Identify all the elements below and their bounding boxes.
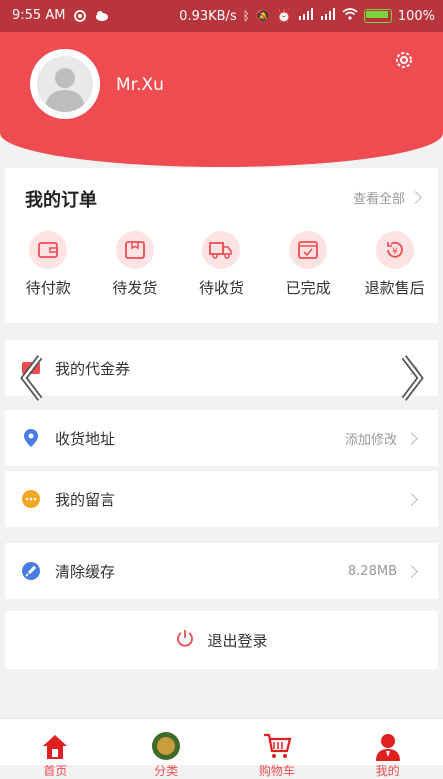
order-completed[interactable]: 已完成	[265, 231, 351, 298]
chevron-right-icon	[409, 191, 422, 204]
order-pending-shipment[interactable]: 待发货	[92, 231, 178, 298]
battery-percent: 100%	[397, 8, 435, 24]
battery-icon	[363, 9, 392, 23]
location-icon	[21, 428, 41, 448]
truck-icon	[202, 231, 241, 269]
orders-title: 我的订单	[25, 190, 97, 211]
username[interactable]: Mr.Xu	[116, 75, 164, 95]
clock: 9:55 AM	[12, 8, 66, 23]
order-refund[interactable]: ¥ 退款售后	[352, 231, 438, 298]
status-bar: 9:55 AM 0.93KB/s ᛒ 🔕 ⏰ 100%	[0, 0, 443, 32]
message-icon	[21, 489, 41, 509]
logout-button[interactable]: 退出登录	[5, 611, 438, 669]
cloud-icon	[95, 10, 109, 22]
order-pending-receipt[interactable]: 待收货	[178, 231, 264, 298]
messages-row[interactable]: 我的留言	[5, 471, 438, 527]
tab-bar: 首页 分类 购物车 我的	[0, 718, 443, 778]
mute-icon: 🔕	[255, 9, 271, 23]
bluetooth-icon: ᛒ	[242, 9, 250, 23]
gear-icon[interactable]	[393, 49, 415, 71]
view-all-orders-link[interactable]: 查看全部	[353, 188, 422, 207]
chevron-right-icon[interactable]	[396, 353, 426, 403]
home-icon	[40, 731, 70, 761]
address-row[interactable]: 收货地址 添加修改	[5, 410, 438, 466]
power-icon	[175, 628, 195, 652]
network-speed: 0.93KB/s	[179, 8, 237, 24]
chevron-right-icon	[405, 431, 418, 445]
chevron-left-icon[interactable]	[18, 353, 48, 403]
wallet-icon	[29, 231, 68, 269]
chevron-right-icon	[405, 564, 418, 578]
alarm-icon: ⏰	[276, 9, 292, 23]
category-icon	[151, 731, 181, 761]
tab-cart[interactable]: 购物车	[227, 719, 327, 778]
calendar-check-icon	[289, 231, 328, 269]
package-icon	[115, 231, 154, 269]
svg-text:¥: ¥	[392, 247, 398, 257]
tab-category[interactable]: 分类	[116, 719, 216, 778]
coupons-row[interactable]: 我的代金券	[5, 340, 438, 396]
wifi-icon	[342, 8, 358, 24]
signal-icon	[298, 8, 314, 24]
cache-size: 8.28MB	[347, 563, 397, 579]
weibo-icon	[73, 9, 87, 22]
refund-icon: ¥	[375, 231, 414, 269]
rocket-icon	[21, 561, 41, 581]
chevron-right-icon	[405, 492, 418, 506]
order-pending-payment[interactable]: 待付款	[5, 231, 91, 298]
orders-section: 我的订单 查看全部 待付款 待发货 待收货 已完成 ¥ 退款售后	[5, 168, 438, 323]
cart-icon	[262, 731, 292, 761]
avatar[interactable]	[30, 49, 100, 119]
address-hint: 添加修改	[344, 432, 397, 448]
tab-me[interactable]: 我的	[338, 719, 438, 778]
tab-home[interactable]: 首页	[5, 719, 105, 778]
clear-cache-row[interactable]: 清除缓存 8.28MB	[5, 543, 438, 599]
signal-icon	[320, 8, 336, 24]
user-icon	[373, 731, 403, 761]
